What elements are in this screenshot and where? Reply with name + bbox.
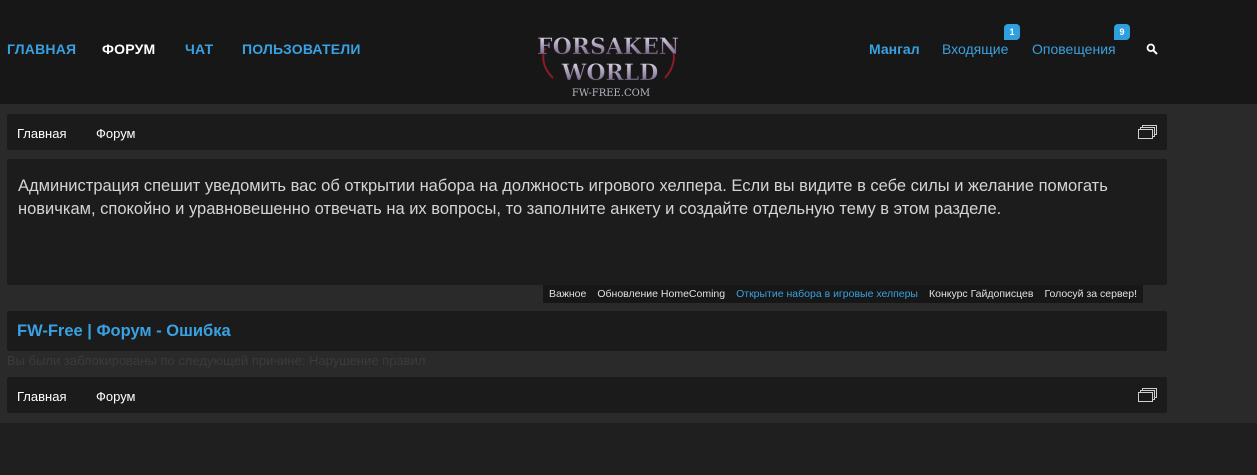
notice-tabs: Важное Обновление HomeComing Открытие на…	[543, 285, 1144, 303]
site-footer	[0, 423, 1257, 475]
notice-tab[interactable]: Обновление HomeComing	[597, 288, 725, 300]
svg-text:FORSAKEN: FORSAKEN	[537, 34, 679, 60]
error-message: Вы были заблокированы по следующей причи…	[7, 353, 426, 368]
nav-home-link[interactable]: ГЛАВНАЯ	[7, 41, 76, 57]
svg-text:WORLD: WORLD	[561, 60, 659, 86]
notice-tab[interactable]: Конкурс Гайдописцев	[929, 288, 1034, 300]
username-link[interactable]: Мангал	[869, 41, 920, 57]
breadcrumb-top: Главная Форум	[7, 114, 1167, 150]
notice-tab[interactable]: Важное	[549, 288, 586, 300]
breadcrumb-forum-link[interactable]: Форум	[96, 126, 136, 141]
collapse-icon[interactable]	[1138, 388, 1157, 402]
forsaken-world-logo: FORSAKEN WORLD FW-FREE.COM	[537, 34, 680, 99]
breadcrumb-home-link[interactable]: Главная	[17, 126, 66, 141]
page-title: FW-Free | Форум - Ошибка	[17, 322, 231, 340]
site-logo[interactable]: FORSAKEN WORLD FW-FREE.COM	[533, 28, 683, 100]
alerts-count-badge: 9	[1114, 24, 1130, 40]
breadcrumb-home-link[interactable]: Главная	[17, 389, 66, 404]
site-header: ГЛАВНАЯ ФОРУМ ЧАТ ПОЛЬЗОВАТЕЛИ FORSAKEN …	[0, 0, 1257, 104]
search-icon[interactable]	[1146, 43, 1158, 55]
announcement-text: Администрация спешит уведомить вас об от…	[18, 177, 1108, 218]
announcement-panel: Администрация спешит уведомить вас об от…	[7, 159, 1167, 285]
inbox-count-badge: 1	[1004, 24, 1020, 40]
notice-tab-active[interactable]: Открытие набора в игровые хелперы	[736, 288, 918, 300]
nav-forum-link[interactable]: ФОРУМ	[102, 41, 155, 57]
inbox-link[interactable]: Входящие	[942, 41, 1008, 57]
nav-users-link[interactable]: ПОЛЬЗОВАТЕЛИ	[242, 41, 361, 57]
page-title-bar: FW-Free | Форум - Ошибка	[7, 311, 1167, 351]
alerts-link[interactable]: Оповещения	[1032, 41, 1116, 57]
collapse-icon[interactable]	[1138, 125, 1157, 139]
breadcrumb-bottom: Главная Форум	[7, 377, 1167, 413]
nav-chat-link[interactable]: ЧАТ	[185, 41, 213, 57]
notice-tab[interactable]: Голосуй за сервер!	[1044, 288, 1137, 300]
svg-text:FW-FREE.COM: FW-FREE.COM	[572, 88, 650, 99]
breadcrumb-forum-link[interactable]: Форум	[96, 389, 136, 404]
